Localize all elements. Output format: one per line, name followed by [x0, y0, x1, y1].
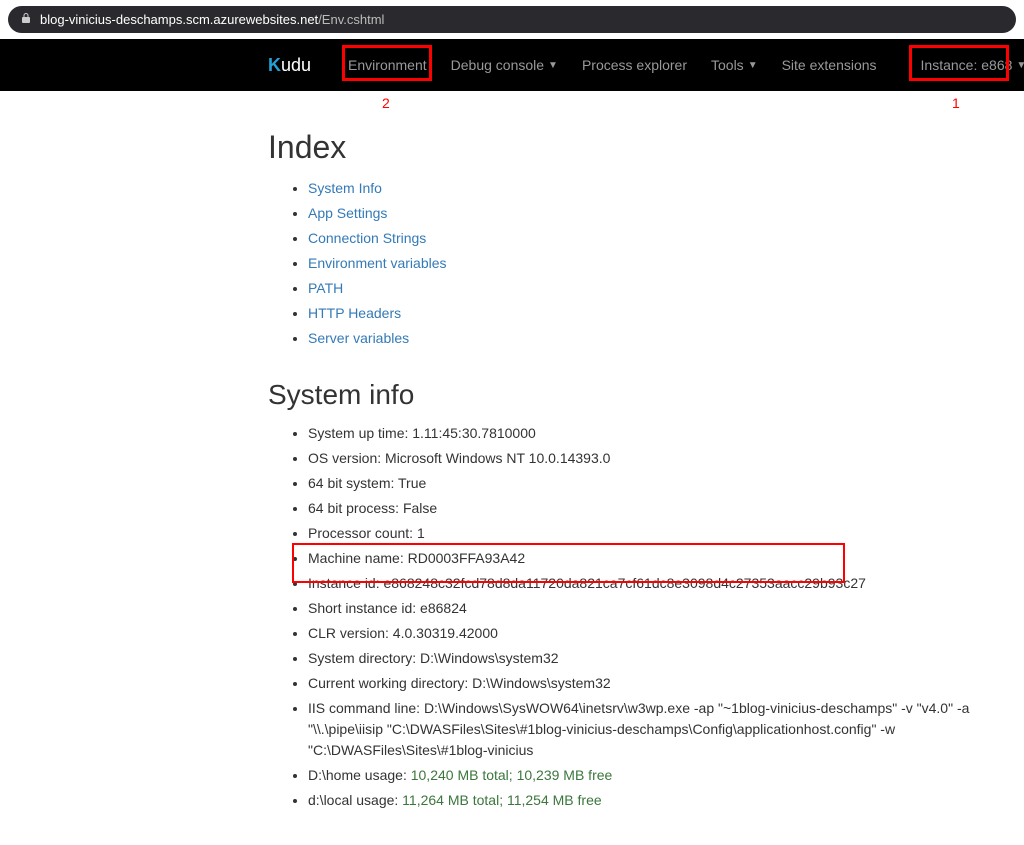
sysinfo-home-usage: D:\home usage: 10,240 MB total; 10,239 M… — [308, 765, 1024, 786]
sysinfo-machine: Machine name: RD0003FFA93A42 — [308, 548, 1024, 569]
brand-k: K — [268, 55, 281, 76]
sysinfo-local-usage: d:\local usage: 11,264 MB total; 11,254 … — [308, 790, 1024, 811]
sysinfo-bit-system: 64 bit system: True — [308, 473, 1024, 494]
sysinfo-os: OS version: Microsoft Windows NT 10.0.14… — [308, 448, 1024, 469]
url-text: blog-vinicius-deschamps.scm.azurewebsite… — [40, 12, 384, 27]
brand-text: udu — [281, 55, 311, 76]
sysinfo-uptime: System up time: 1.11:45:30.7810000 — [308, 423, 1024, 444]
sysinfo-cwd: Current working directory: D:\Windows\sy… — [308, 673, 1024, 694]
nav-environment[interactable]: Environment — [336, 42, 439, 88]
sysinfo-proc-count: Processor count: 1 — [308, 523, 1024, 544]
index-link-envvars[interactable]: Environment variables — [308, 255, 447, 271]
sysinfo-list: System up time: 1.11:45:30.7810000 OS ve… — [268, 423, 1024, 811]
caret-icon: ▼ — [748, 60, 758, 71]
annotation-label-2: 2 — [382, 95, 390, 111]
index-link-path[interactable]: PATH — [308, 280, 343, 296]
index-link-appsettings[interactable]: App Settings — [308, 205, 387, 221]
brand-logo[interactable]: Kudu — [268, 55, 311, 76]
index-list: System Info App Settings Connection Stri… — [268, 178, 1024, 349]
nav-debug-label: Debug console — [451, 57, 544, 73]
nav-instance-label: Instance: e868 — [921, 57, 1013, 73]
sysinfo-instance-id: Instance id: e868248c32fcd78d8da11720da8… — [308, 573, 1024, 594]
lock-icon — [20, 12, 32, 27]
nav-site-extensions[interactable]: Site extensions — [770, 42, 889, 88]
sysinfo-clr: CLR version: 4.0.30319.42000 — [308, 623, 1024, 644]
caret-icon: ▼ — [548, 60, 558, 71]
index-link-systeminfo[interactable]: System Info — [308, 180, 382, 196]
main-navbar: Kudu Environment Debug console ▼ Process… — [0, 39, 1024, 91]
sysinfo-sysdir: System directory: D:\Windows\system32 — [308, 648, 1024, 669]
sysinfo-home-prefix: D:\home usage: — [308, 767, 411, 783]
index-link-httpheaders[interactable]: HTTP Headers — [308, 305, 401, 321]
sysinfo-local-prefix: d:\local usage: — [308, 792, 402, 808]
nav-instance[interactable]: Instance: e868 ▼ — [909, 42, 1024, 88]
sysinfo-short-instance: Short instance id: e86824 — [308, 598, 1024, 619]
caret-icon: ▼ — [1016, 60, 1024, 71]
browser-address-bar[interactable]: blog-vinicius-deschamps.scm.azurewebsite… — [8, 6, 1016, 33]
sysinfo-iis-cmd: IIS command line: D:\Windows\SysWOW64\in… — [308, 698, 1024, 761]
nav-process-explorer[interactable]: Process explorer — [570, 42, 699, 88]
sysinfo-home-values: 10,240 MB total; 10,239 MB free — [411, 767, 613, 783]
nav-debug-console[interactable]: Debug console ▼ — [439, 42, 570, 88]
index-link-servervars[interactable]: Server variables — [308, 330, 409, 346]
annotation-label-1: 1 — [952, 95, 960, 111]
index-heading: Index — [268, 129, 1024, 166]
nav-tools-label: Tools — [711, 57, 744, 73]
nav-tools[interactable]: Tools ▼ — [699, 42, 770, 88]
sysinfo-heading: System info — [268, 379, 1024, 411]
index-link-connectionstrings[interactable]: Connection Strings — [308, 230, 426, 246]
sysinfo-bit-process: 64 bit process: False — [308, 498, 1024, 519]
page-content: Index System Info App Settings Connectio… — [0, 91, 1024, 845]
sysinfo-local-values: 11,264 MB total; 11,254 MB free — [402, 792, 602, 808]
